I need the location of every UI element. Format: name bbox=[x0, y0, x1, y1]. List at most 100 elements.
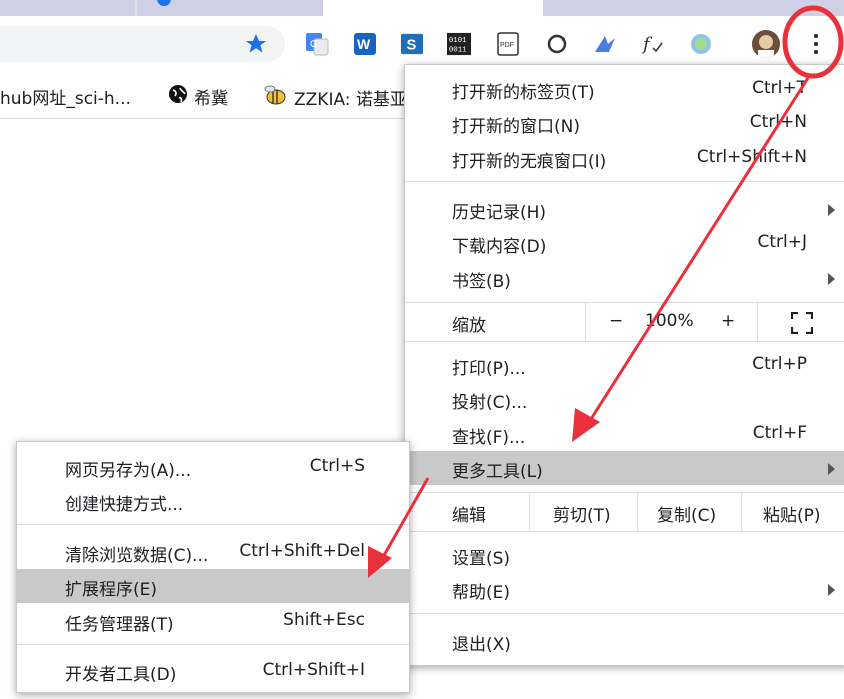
menu-item-print[interactable]: 打印(P)... Ctrl+P bbox=[405, 348, 844, 382]
svg-text:S: S bbox=[406, 38, 416, 54]
menu-item-find[interactable]: 查找(F)... Ctrl+F bbox=[405, 417, 844, 451]
submenu-item-dev-tools[interactable]: 开发者工具(D) Ctrl+Shift+I bbox=[17, 654, 409, 688]
tab-strip bbox=[0, 0, 844, 16]
svg-text:W: W bbox=[357, 36, 371, 52]
bookmark-label: ZZKIA: 诺基亚 bbox=[294, 90, 407, 110]
paste-button[interactable]: 粘贴(P) bbox=[763, 501, 821, 526]
menu-item-label: 设置(S) bbox=[452, 549, 511, 569]
google-translate-icon[interactable]: G bbox=[305, 32, 329, 56]
submenu-arrow-icon bbox=[828, 584, 835, 596]
tab-active[interactable] bbox=[323, 0, 543, 16]
binary-0101-icon[interactable]: 0101 0011 bbox=[447, 32, 471, 56]
zoom-divider bbox=[585, 303, 586, 341]
menu-item-label: 扩展程序(E) bbox=[65, 580, 158, 600]
menu-item-downloads[interactable]: 下载内容(D) Ctrl+J bbox=[405, 226, 844, 260]
menu-item-label: 打开新的标签页(T) bbox=[452, 83, 595, 103]
profile-avatar[interactable] bbox=[752, 30, 780, 58]
submenu-arrow-icon bbox=[828, 204, 835, 216]
menu-item-label: 网页另存为(A)... bbox=[65, 461, 192, 481]
menu-item-more-tools[interactable]: 更多工具(L) bbox=[405, 451, 844, 485]
zoom-divider bbox=[757, 303, 758, 341]
chrome-menu-button[interactable] bbox=[800, 26, 832, 62]
menu-item-shortcut: Ctrl+N bbox=[749, 112, 807, 132]
formula-icon[interactable]: f bbox=[641, 32, 665, 56]
menu-item-shortcut: Shift+Esc bbox=[283, 610, 365, 630]
submenu-item-create-shortcut[interactable]: 创建快捷方式... bbox=[17, 484, 409, 518]
menu-item-label: 打开新的窗口(N) bbox=[452, 117, 580, 137]
menu-item-label: 下载内容(D) bbox=[452, 237, 547, 257]
svg-text:0011: 0011 bbox=[449, 46, 467, 54]
edit-divider bbox=[637, 493, 638, 531]
menu-separator bbox=[405, 613, 844, 614]
word-icon[interactable]: W bbox=[353, 32, 377, 56]
menu-item-shortcut: Ctrl+Shift+I bbox=[262, 660, 365, 680]
tab-first[interactable] bbox=[0, 0, 135, 16]
menu-item-label: 投射(C)... bbox=[452, 393, 528, 413]
edit-divider bbox=[529, 493, 530, 531]
submenu-item-extensions[interactable]: 扩展程序(E) bbox=[17, 569, 409, 603]
edit-label: 编辑 bbox=[452, 506, 486, 526]
menu-item-label: 更多工具(L) bbox=[452, 462, 543, 482]
copy-button[interactable]: 复制(C) bbox=[657, 501, 716, 526]
menu-item-shortcut: Ctrl+Shift+Del bbox=[239, 541, 365, 561]
svg-text:PDF: PDF bbox=[500, 42, 514, 49]
zoom-out-button[interactable]: − bbox=[609, 311, 623, 331]
bookmark-star-icon[interactable] bbox=[244, 32, 268, 56]
menu-item-new-tab[interactable]: 打开新的标签页(T) Ctrl+T bbox=[405, 72, 844, 106]
submenu-arrow-icon bbox=[828, 463, 835, 475]
menu-item-bookmarks[interactable]: 书签(B) bbox=[405, 261, 844, 295]
menu-item-label: 打开新的无痕窗口(I) bbox=[452, 152, 607, 172]
zoom-row: 缩放 − 100% + bbox=[405, 302, 844, 342]
fullscreen-icon[interactable] bbox=[790, 311, 814, 339]
menu-item-label: 开发者工具(D) bbox=[65, 665, 177, 685]
sync-icon[interactable] bbox=[545, 32, 569, 56]
pdf-icon[interactable]: PDF bbox=[496, 32, 520, 56]
svg-text:f: f bbox=[641, 34, 653, 55]
menu-item-shortcut: Ctrl+T bbox=[752, 78, 807, 98]
tab-second[interactable] bbox=[137, 0, 323, 16]
chrome-main-menu: 打开新的标签页(T) Ctrl+T 打开新的窗口(N) Ctrl+N 打开新的无… bbox=[404, 64, 844, 666]
menu-item-settings[interactable]: 设置(S) bbox=[405, 538, 844, 572]
s-app-icon[interactable]: S bbox=[400, 32, 424, 56]
bee-icon bbox=[262, 84, 288, 111]
globe-icon bbox=[168, 84, 188, 109]
menu-item-label: 任务管理器(T) bbox=[65, 615, 174, 635]
zoom-value: 100% bbox=[645, 311, 694, 331]
bookmark-label: 希冀 bbox=[194, 89, 228, 109]
cut-button[interactable]: 剪切(T) bbox=[553, 501, 611, 526]
menu-item-help[interactable]: 帮助(E) bbox=[405, 572, 844, 606]
zoom-in-button[interactable]: + bbox=[721, 311, 735, 331]
menu-item-shortcut: Ctrl+S bbox=[309, 456, 365, 476]
tab-strip-empty bbox=[543, 0, 844, 16]
menu-separator bbox=[17, 524, 409, 525]
menu-item-label: 帮助(E) bbox=[452, 583, 511, 603]
menu-item-label: 查找(F)... bbox=[452, 428, 526, 448]
bookmark-item[interactable]: hub网址_sci-h... bbox=[0, 84, 131, 109]
svg-text:0101: 0101 bbox=[449, 37, 467, 45]
submenu-item-clear-data[interactable]: 清除浏览数据(C)... Ctrl+Shift+Del bbox=[17, 535, 409, 569]
bookmark-item[interactable]: ZZKIA: 诺基亚 bbox=[262, 84, 407, 111]
more-tools-submenu: 网页另存为(A)... Ctrl+S 创建快捷方式... 清除浏览数据(C)..… bbox=[16, 441, 410, 693]
edit-row: 编辑 剪切(T) 复制(C) 粘贴(P) bbox=[405, 492, 844, 532]
swift-icon[interactable] bbox=[593, 32, 617, 56]
menu-item-shortcut: Ctrl+Shift+N bbox=[696, 147, 807, 167]
address-bar[interactable] bbox=[0, 26, 285, 62]
submenu-item-save-page[interactable]: 网页另存为(A)... Ctrl+S bbox=[17, 450, 409, 484]
submenu-arrow-icon bbox=[828, 273, 835, 285]
menu-item-exit[interactable]: 退出(X) bbox=[405, 624, 844, 658]
menu-item-history[interactable]: 历史记录(H) bbox=[405, 192, 844, 226]
menu-item-label: 清除浏览数据(C)... bbox=[65, 546, 209, 566]
bookmark-item[interactable]: 希冀 bbox=[168, 84, 228, 109]
menu-item-label: 退出(X) bbox=[452, 635, 511, 655]
menu-item-incognito[interactable]: 打开新的无痕窗口(I) Ctrl+Shift+N bbox=[405, 141, 844, 175]
tab-favicon-icon bbox=[157, 0, 171, 6]
menu-item-label: 打印(P)... bbox=[452, 359, 526, 379]
submenu-item-task-manager[interactable]: 任务管理器(T) Shift+Esc bbox=[17, 604, 409, 638]
menu-item-cast[interactable]: 投射(C)... bbox=[405, 382, 844, 416]
menu-separator bbox=[17, 644, 409, 645]
menu-item-new-window[interactable]: 打开新的窗口(N) Ctrl+N bbox=[405, 106, 844, 140]
globe-ext-icon[interactable] bbox=[689, 32, 713, 56]
menu-separator bbox=[405, 181, 844, 182]
menu-item-label: 书签(B) bbox=[452, 272, 511, 292]
menu-item-shortcut: Ctrl+F bbox=[752, 423, 807, 443]
